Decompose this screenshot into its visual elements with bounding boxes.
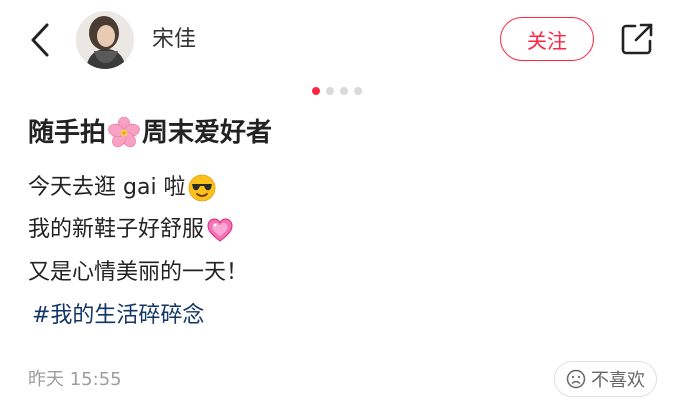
share-icon (621, 23, 653, 55)
post-body-text-1: 今天去逛 gai 啦 (28, 175, 186, 200)
post-hashtag-link[interactable]: #我的生活碎碎念 (32, 298, 204, 334)
author-name[interactable]: 宋佳 (152, 24, 196, 56)
carousel-indicator (312, 87, 362, 95)
chevron-left-icon (31, 23, 49, 57)
post-body-text-2: 我的新鞋子好舒服 (28, 217, 205, 242)
carousel-dot (326, 87, 334, 95)
sunglasses-face-emoji (188, 174, 215, 202)
post-header: 宋佳 关注 (0, 0, 684, 80)
carousel-dot (340, 87, 348, 95)
share-button[interactable] (618, 20, 656, 58)
carousel-dot-active (312, 87, 320, 95)
post-title: 随手拍 周末爱好者 (28, 113, 272, 153)
dislike-button[interactable]: 不喜欢 (554, 361, 657, 397)
sad-face-icon (566, 369, 586, 389)
post-body-line-2: 我的新鞋子好舒服 (28, 212, 236, 248)
post-title-text-1: 随手拍 (28, 118, 107, 148)
dislike-label: 不喜欢 (591, 370, 645, 391)
sparkling-heart-emoji (207, 218, 233, 242)
follow-button[interactable]: 关注 (500, 17, 594, 61)
carousel-dot (354, 87, 362, 95)
avatar-image (76, 11, 134, 69)
post-body-line-3: 又是心情美丽的一天！ (28, 255, 248, 291)
post-body-line-1: 今天去逛 gai 啦 (28, 170, 218, 206)
post-body-text-3: 又是心情美丽的一天！ (28, 260, 249, 285)
cherry-blossom-emoji (108, 117, 140, 148)
author-avatar[interactable] (76, 11, 134, 69)
back-button[interactable] (22, 20, 58, 60)
post-title-text-2: 周末爱好者 (142, 118, 273, 148)
post-timestamp: 昨天 15:55 (28, 369, 122, 390)
